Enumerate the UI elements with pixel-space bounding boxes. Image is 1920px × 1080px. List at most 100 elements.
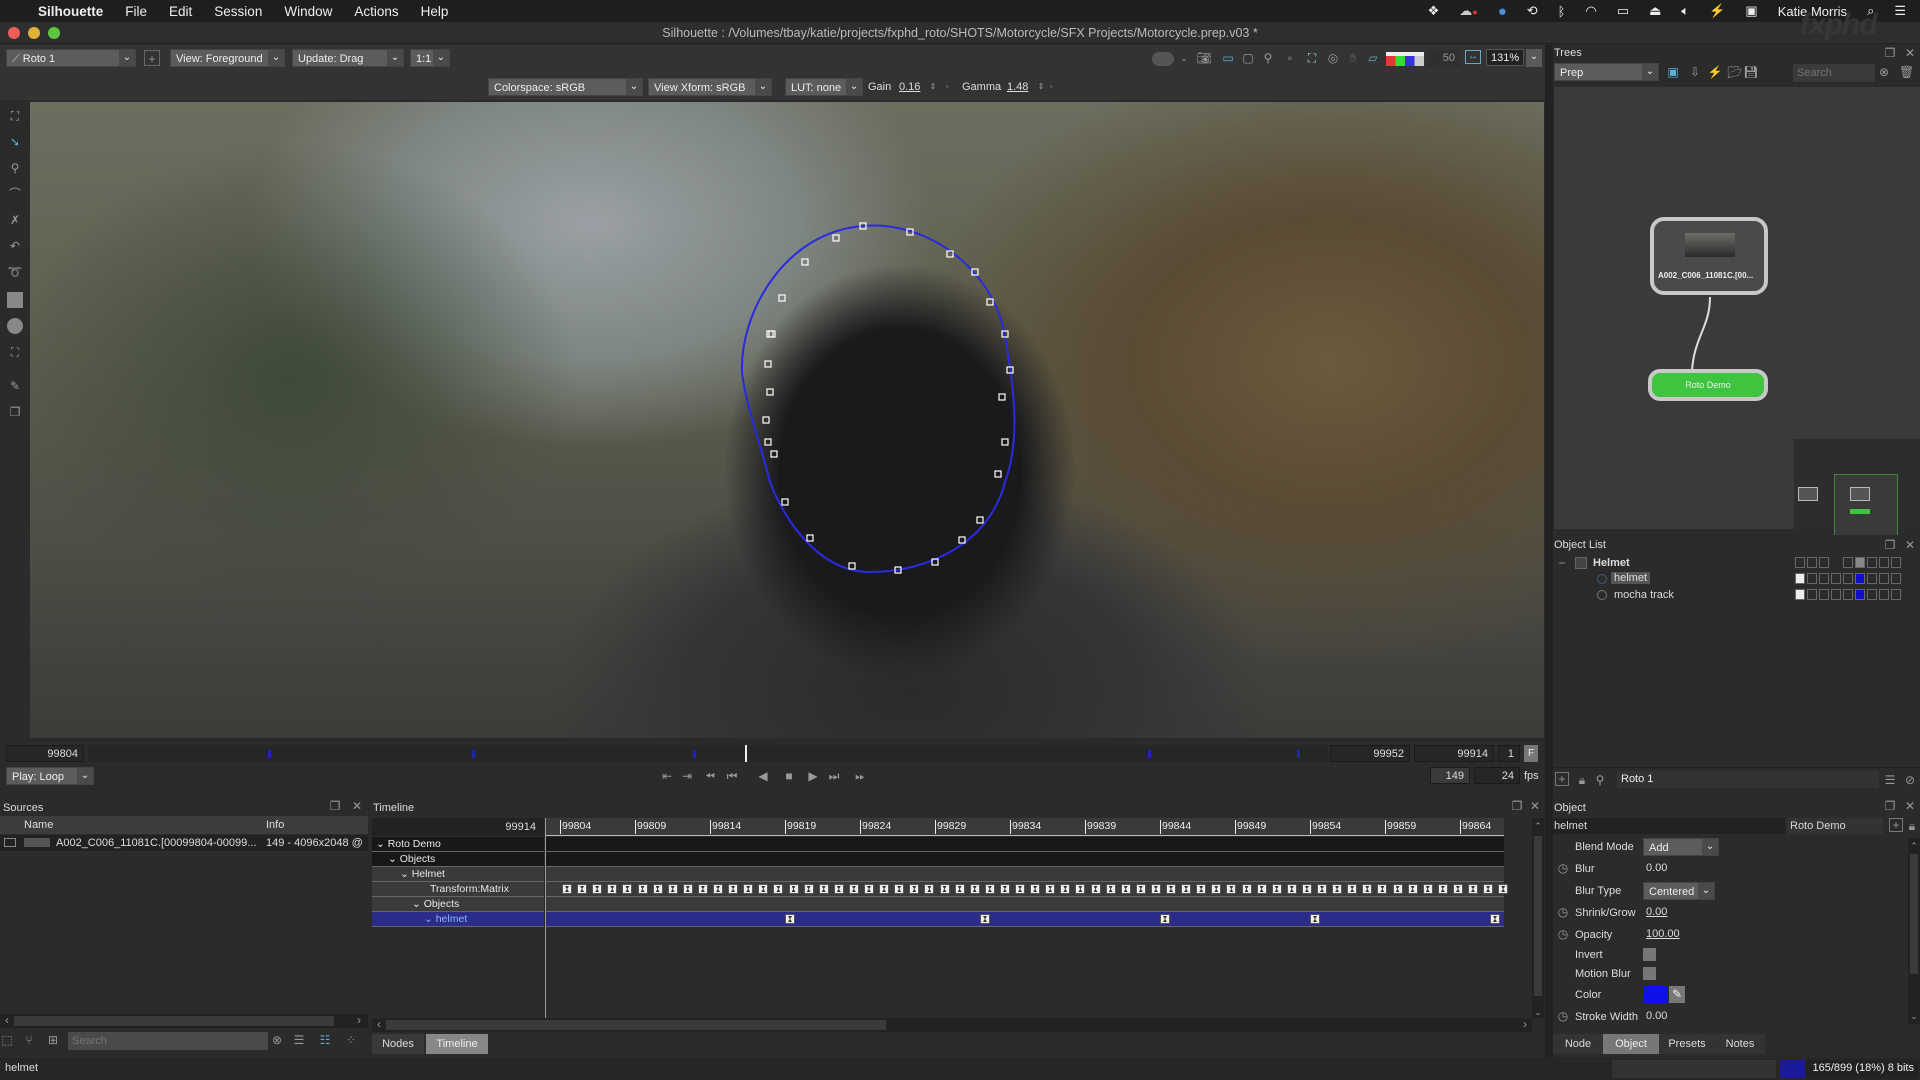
add-column-icon[interactable]: ⊞ [46,1032,60,1048]
set-in-icon[interactable]: ⇥ [680,768,694,784]
keyframe[interactable] [1317,884,1327,894]
roto-control-point[interactable] [768,330,776,338]
battery-icon[interactable]: ⚡ [1709,3,1725,19]
object-flag-toggle[interactable] [1819,573,1829,584]
keyframe[interactable] [743,884,754,894]
blur-type-dropdown[interactable]: Centered ⌄ [1643,882,1715,900]
roto-node[interactable]: Roto Demo [1648,369,1768,401]
keyframe[interactable] [1211,884,1222,894]
menu-window[interactable]: Window [284,4,332,19]
animate-blur-icon[interactable]: ◷ [1556,860,1570,876]
scroll-right-icon[interactable]: › [1520,1016,1530,1032]
ratio-dropdown[interactable]: 1:1 ⌄ [410,49,450,67]
gain-field[interactable]: 0.16 [896,79,926,96]
overlay-opacity-field[interactable]: 50 [1428,50,1460,67]
keyframe[interactable] [980,914,990,924]
keyframe[interactable] [1030,884,1041,894]
timeline-row-label[interactable]: ⌄ Roto Demo [372,837,544,852]
list-view-icon[interactable]: ☰ [292,1032,306,1048]
wifi-icon[interactable]: ◠ [1585,3,1596,19]
timeline-track[interactable] [546,852,1504,867]
object-flag-toggle[interactable] [1891,589,1901,600]
scroll-left-icon[interactable]: ‹ [374,1016,384,1032]
object-flag-toggle[interactable] [1843,589,1853,600]
compare-icon[interactable]: ▱ [1365,50,1381,66]
keyframe[interactable] [1226,884,1237,894]
view-xform-dropdown[interactable]: View Xform: sRGB ⌄ [648,78,772,96]
roto-control-point[interactable] [1001,438,1009,446]
transform-tool-icon[interactable]: ⛶ [6,108,24,124]
zoom-magnifier-icon[interactable]: ⚲ [1260,50,1276,66]
fit-width-icon[interactable]: ↔ [1465,50,1481,64]
roto-control-point[interactable] [848,562,856,570]
keyframe[interactable] [1347,884,1358,894]
bluetooth-icon[interactable]: ᛒ [1558,4,1566,19]
timeline-divider[interactable] [545,818,546,1018]
time-machine-icon[interactable]: ⟲ [1527,3,1538,19]
blue-circle-icon[interactable]: ● [1498,3,1507,20]
timeline-row-label[interactable]: Transform:Matrix [372,882,544,897]
lock-icon[interactable]: 🔒︎ [1575,772,1589,788]
roto-control-point[interactable] [766,330,774,338]
keyframe[interactable] [637,884,648,894]
keyframe[interactable] [1256,884,1267,894]
keyframe[interactable] [592,884,603,894]
object-flag-toggle[interactable] [1879,573,1889,584]
object-flag-toggle[interactable] [1867,573,1877,584]
timeline-track[interactable] [546,912,1504,927]
search-icon[interactable]: ⚲ [1593,772,1607,788]
roto-control-point[interactable] [762,416,770,424]
scrubber-keyframe[interactable] [1148,750,1152,758]
keyframe[interactable] [622,884,633,894]
keyframe[interactable] [1150,884,1161,894]
close-panel-icon[interactable]: ✕ [1903,537,1917,553]
keyframe[interactable] [1332,884,1343,894]
notification-center-icon[interactable]: ☰ [1894,3,1906,19]
roto-shape-helmet[interactable] [740,224,1016,574]
roto-control-point[interactable] [998,393,1006,401]
roto-control-point[interactable] [778,294,786,302]
roto-control-point[interactable] [766,388,774,396]
grid-view-icon[interactable]: ⁘ [344,1032,358,1048]
timeline-ruler[interactable]: 99804 99809 99814 99819 99824 99829 99834 99839… [546,818,1504,836]
node-graph[interactable]: A002_C006_11081C.[00... Roto Demo [1554,87,1920,554]
rectangle-tool-icon[interactable] [7,292,23,308]
reshape-tool-icon[interactable]: ➘ [6,134,24,150]
scroll-down-icon[interactable]: ⌄ [1532,1004,1544,1020]
tab-timeline[interactable]: Timeline [426,1034,488,1054]
scroll-left-icon[interactable]: ‹ [2,1012,12,1028]
trash-icon[interactable]: 🗑︎ [1899,64,1914,80]
keyframe[interactable] [1271,884,1282,894]
object-flag-toggle[interactable] [1855,589,1865,600]
keyframe[interactable] [1045,884,1056,894]
keyframe[interactable] [1060,884,1071,894]
keyframe[interactable] [1498,884,1509,894]
render-icon[interactable]: ⚡ [1707,64,1723,80]
timeline-row-label[interactable]: ⌄ Objects [372,852,544,867]
trees-search-input[interactable] [1793,64,1875,82]
keyframe[interactable] [1090,884,1101,894]
scroll-thumb[interactable] [1534,836,1542,996]
menu-app-silhouette[interactable]: Silhouette [38,4,103,19]
scroll-right-icon[interactable]: › [354,1012,364,1028]
object-flag-toggle[interactable] [1795,557,1805,568]
screen-icon[interactable]: ▣ [1745,3,1757,19]
blend-mode-dropdown[interactable]: Add ⌄ [1643,838,1719,856]
node-graph-navigator[interactable] [1794,439,1920,554]
keyframe[interactable] [1392,884,1403,894]
lock-icon[interactable]: 🔒︎ [1905,818,1919,834]
node-select-dropdown[interactable]: ⟋ Roto 1 ⌄ [6,49,136,67]
keyframe[interactable] [1120,884,1131,894]
object-flag-toggle[interactable] [1807,573,1817,584]
creative-cloud-icon[interactable]: ☁● [1459,3,1477,19]
object-flag-toggle[interactable] [1819,557,1829,568]
opacity-field[interactable]: 100.00 [1643,926,1689,943]
view-dropdown[interactable]: View: Foreground ⌄ [170,49,285,67]
scroll-thumb[interactable] [14,1016,334,1026]
menu-session[interactable]: Session [214,4,262,19]
keyframe[interactable] [909,884,920,894]
channel-selector-icon[interactable] [1386,52,1424,66]
step-back-key-icon[interactable]: ⏮︎ [724,768,740,784]
keyframe[interactable] [1286,884,1297,894]
add-node-icon[interactable]: + [144,50,160,66]
